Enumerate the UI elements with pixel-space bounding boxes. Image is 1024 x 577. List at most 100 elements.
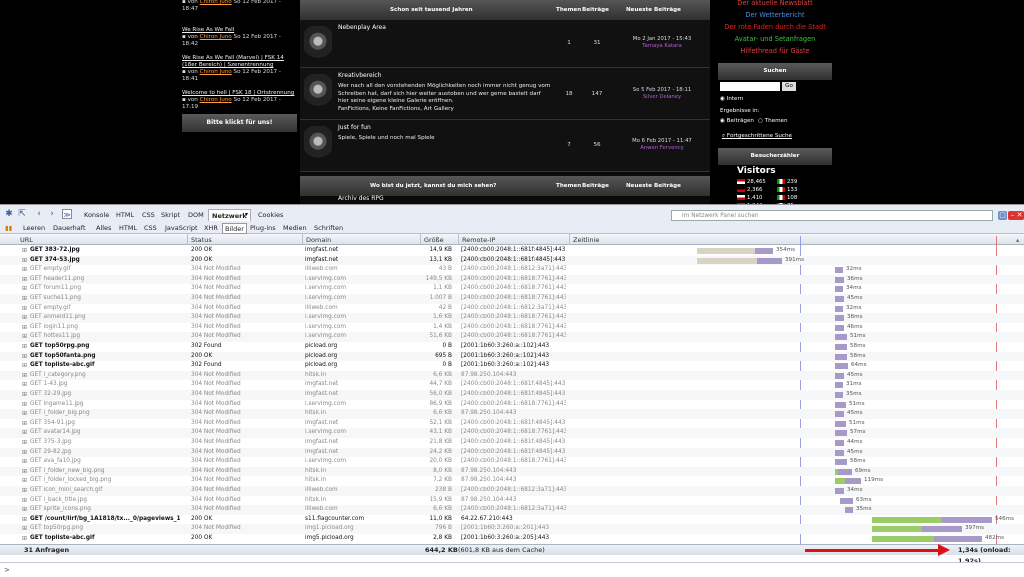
help-button[interactable]: Bitte klickt für uns!: [182, 114, 297, 132]
expand-icon[interactable]: ⊞: [22, 419, 27, 429]
expand-icon[interactable]: ⊞: [22, 534, 27, 544]
scroll-up-icon[interactable]: ▴: [1016, 236, 1019, 244]
board-title[interactable]: Archiv des RPG: [338, 195, 384, 202]
request-url[interactable]: GET /count/lirf/bg_1A1818/tx..._0/pagevi…: [30, 515, 180, 525]
request-row[interactable]: ⊞ GET 32-29.jpg 304 Not Modified imgfast.ne…: [0, 390, 1024, 400]
request-row[interactable]: ⊞ GET top50rpg.png 302 Found picload.org 0 B…: [0, 342, 1024, 352]
tab-html[interactable]: HTML: [113, 209, 137, 221]
request-url[interactable]: GET i_category.png: [30, 371, 180, 381]
tab-dom[interactable]: DOM: [185, 209, 207, 221]
command-line[interactable]: >: [0, 562, 1024, 576]
request-row[interactable]: ⊞ GET empty.gif 304 Not Modified illiweb.co…: [0, 265, 1024, 275]
request-row[interactable]: ⊞ GET top50rpg.png 304 Not Modified img1.pi…: [0, 524, 1024, 534]
request-url[interactable]: GET login11.png: [30, 323, 180, 333]
pause-icon[interactable]: ▮▮: [3, 223, 15, 234]
expand-icon[interactable]: ⊞: [22, 390, 27, 400]
request-row[interactable]: ⊞ GET topliste-abc.gif 200 OK img5.picload.…: [0, 534, 1024, 544]
expand-icon[interactable]: ⊞: [22, 284, 27, 294]
expand-icon[interactable]: ⊞: [22, 275, 27, 285]
board-row[interactable]: Nebenplay Area 1 31 Mo 2 Jan 2017 - 15:4…: [300, 20, 710, 68]
firebug-bug-icon[interactable]: ✱: [4, 209, 14, 219]
request-row[interactable]: ⊞ GET ava_fa10.jpg 304 Not Modified i.servi…: [0, 457, 1024, 467]
filter-plug-ins[interactable]: Plug-ins: [248, 223, 278, 234]
subforum-links[interactable]: FanFictions, Keine FanFictions, Art Gall…: [338, 106, 454, 112]
col-remote-ip[interactable]: Remote-IP: [462, 236, 495, 244]
radio-posts[interactable]: ◉ Beiträgen: [720, 118, 754, 124]
filter-bilder[interactable]: Bilder: [222, 223, 247, 234]
expand-icon[interactable]: ⊞: [22, 342, 27, 352]
request-url[interactable]: GET icon_mini_search.gif: [30, 486, 180, 496]
filter-schriften[interactable]: Schriften: [312, 223, 345, 234]
user-link[interactable]: Chiron Juno: [200, 97, 232, 103]
tab-cookies[interactable]: Cookies: [255, 209, 286, 221]
expand-icon[interactable]: ⊞: [22, 361, 27, 371]
request-row[interactable]: ⊞ GET anmeld11.png 304 Not Modified i.servi…: [0, 313, 1024, 323]
request-row[interactable]: ⊞ GET hottes11.jpg 304 Not Modified i.servi…: [0, 332, 1024, 342]
tab-skript[interactable]: Skript: [158, 209, 183, 221]
inspect-icon[interactable]: ⇱: [17, 209, 27, 219]
col-timeline[interactable]: Zeitlinie: [573, 236, 599, 244]
request-row[interactable]: ⊞ GET i_folder_locked_big.png 304 Not Modi…: [0, 476, 1024, 486]
tab-css[interactable]: CSS: [139, 209, 158, 221]
col-domain[interactable]: Domain: [306, 236, 331, 244]
expand-icon[interactable]: ⊞: [22, 428, 27, 438]
radio-intern[interactable]: ◉ Intern: [720, 96, 743, 102]
request-url[interactable]: GET top50rpg.png: [30, 342, 180, 352]
expand-icon[interactable]: ⊞: [22, 409, 27, 419]
expand-icon[interactable]: ⊞: [22, 371, 27, 381]
request-url[interactable]: GET i_folder_new_big.png: [30, 467, 180, 477]
request-row[interactable]: ⊞ GET i_folder_big.png 304 Not Modified hit…: [0, 409, 1024, 419]
request-url[interactable]: GET ingame11.jpg: [30, 400, 180, 410]
board-title[interactable]: Nebenplay Area: [338, 24, 386, 31]
request-row[interactable]: ⊞ GET icon_mini_search.gif 304 Not Modifie…: [0, 486, 1024, 496]
board-title[interactable]: Kreativbereich: [338, 72, 382, 79]
request-url[interactable]: GET 32-29.jpg: [30, 390, 180, 400]
request-url[interactable]: GET topliste-abc.gif: [30, 361, 180, 371]
request-row[interactable]: ⊞ GET 29-82.jpg 304 Not Modified imgfast.ne…: [0, 447, 1024, 458]
filter-xhr[interactable]: XHR: [202, 223, 220, 234]
request-row[interactable]: ⊞ GET forum11.png 304 Not Modified i.servim…: [0, 284, 1024, 294]
request-row[interactable]: ⊞ GET i_category.png 304 Not Modified hitsk…: [0, 370, 1024, 381]
radio-topics[interactable]: ○ Themen: [758, 118, 788, 124]
request-url[interactable]: GET top50rpg.png: [30, 524, 180, 534]
request-url[interactable]: GET 1-43.jpg: [30, 380, 180, 390]
request-url[interactable]: GET empty.gif: [30, 304, 180, 314]
author-link[interactable]: Silver Delaney: [616, 94, 708, 101]
chevron-down-icon[interactable]: ▾: [245, 209, 248, 221]
user-link[interactable]: Chiron Juno: [200, 69, 232, 75]
left-post-link[interactable]: We Rise As We Fall (Marvel) | FSK 14 (18…: [182, 55, 297, 69]
news-link[interactable]: Hilfethread für Gäste: [718, 46, 832, 56]
request-row[interactable]: ⊞ GET empty.gif 304 Not Modified illiweb.co…: [0, 304, 1024, 314]
request-row[interactable]: ⊞ GET login11.png 304 Not Modified i.servim…: [0, 323, 1024, 333]
filter-alles[interactable]: Alles: [94, 223, 113, 234]
expand-icon[interactable]: ⊞: [22, 515, 27, 525]
request-row[interactable]: ⊞ GET sprite_icons.png 304 Not Modified ill…: [0, 505, 1024, 515]
expand-icon[interactable]: ⊞: [22, 457, 27, 467]
request-url[interactable]: GET 375-3.jpg: [30, 438, 180, 448]
author-link[interactable]: Tamaya Katara: [616, 43, 708, 50]
expand-icon[interactable]: ⊞: [22, 313, 27, 323]
user-link[interactable]: Chiron Juno: [200, 0, 232, 5]
expand-icon[interactable]: ⊞: [22, 256, 27, 266]
expand-icon[interactable]: ⊞: [22, 294, 27, 304]
search-input[interactable]: [720, 82, 780, 91]
board-title[interactable]: Just for fun: [338, 124, 371, 131]
request-row[interactable]: ⊞ GET suche11.png 304 Not Modified i.servim…: [0, 294, 1024, 304]
filter-dauerhaft[interactable]: Dauerhaft: [51, 223, 88, 234]
request-url[interactable]: GET avatar14.jpg: [30, 428, 180, 438]
request-url[interactable]: GET 374-53.jpg: [30, 256, 180, 266]
expand-icon[interactable]: ⊞: [22, 304, 27, 314]
request-url[interactable]: GET empty.gif: [30, 265, 180, 275]
request-url[interactable]: GET top50fanta.png: [30, 352, 180, 362]
expand-icon[interactable]: ⊞: [22, 400, 27, 410]
request-url[interactable]: GET forum11.png: [30, 284, 180, 294]
author-link[interactable]: Anwen Fervency: [616, 145, 708, 152]
request-url[interactable]: GET ava_fa10.jpg: [30, 457, 180, 467]
expand-icon[interactable]: ⊞: [22, 496, 27, 506]
filter-javascript[interactable]: JavaScript: [163, 223, 200, 234]
forward-icon[interactable]: ›: [47, 209, 57, 219]
expand-icon[interactable]: ⊞: [22, 380, 27, 390]
request-url[interactable]: GET 354-91.jpg: [30, 419, 180, 429]
request-row[interactable]: ⊞ GET 375-3.jpg 304 Not Modified imgfast.ne…: [0, 438, 1024, 448]
filter-medien[interactable]: Medien: [281, 223, 309, 234]
